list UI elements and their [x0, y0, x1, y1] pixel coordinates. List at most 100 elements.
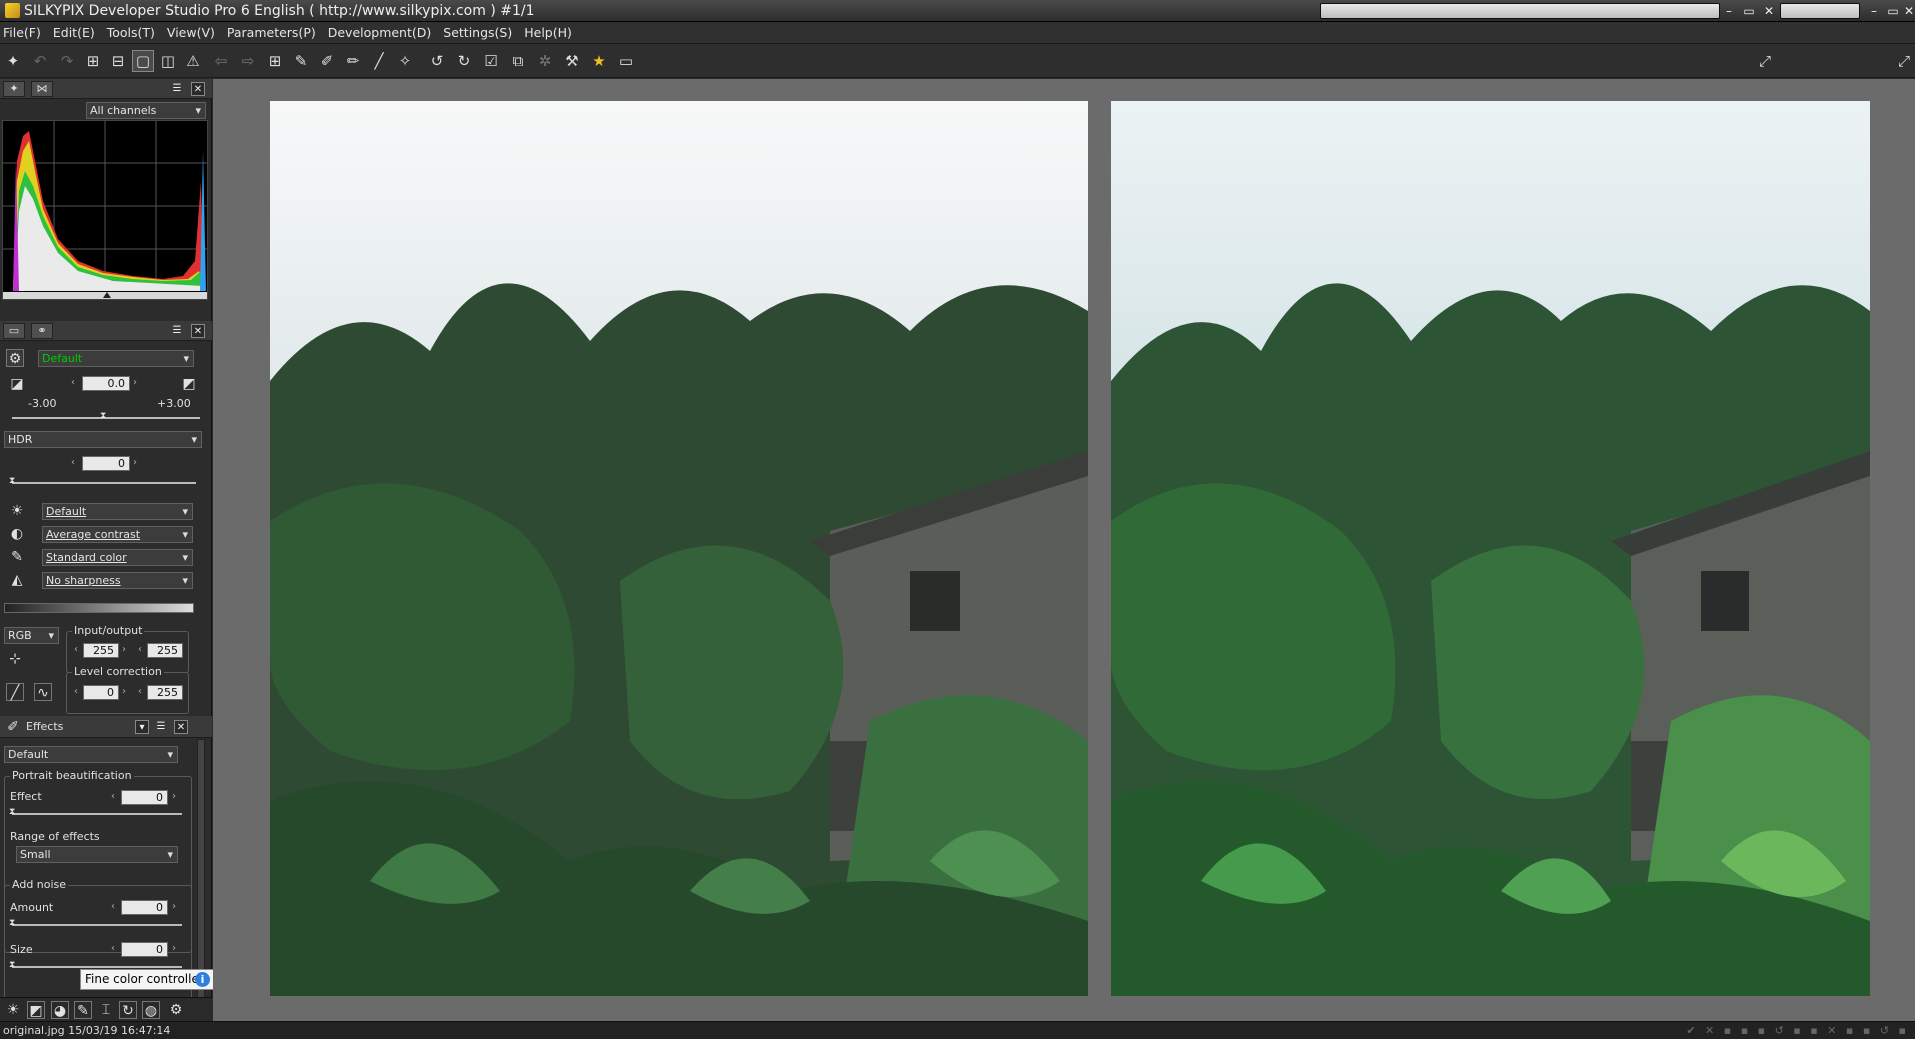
copy-parameters-icon[interactable]: ⧉: [507, 50, 529, 72]
linear-curve-icon[interactable]: ╱: [6, 683, 24, 701]
white-balance-select[interactable]: Default: [42, 503, 193, 520]
rotate-right-icon[interactable]: ↻: [453, 50, 475, 72]
fullscreen-viewer-icon[interactable]: ⤢: [1754, 50, 1776, 72]
original-image[interactable]: [270, 101, 1088, 996]
contrast-select[interactable]: Average contrast: [42, 526, 193, 543]
tone-curve-bar[interactable]: [4, 603, 194, 613]
effects-preset-select[interactable]: Default: [4, 746, 178, 763]
panel-close-icon[interactable]: ✕: [174, 720, 188, 734]
settings-gear-icon[interactable]: ⚙: [167, 1001, 185, 1019]
previous-image-icon[interactable]: ⇦: [210, 50, 232, 72]
taste-preset-select[interactable]: Default: [38, 350, 194, 367]
inner-minimize-button[interactable]: –: [1720, 2, 1738, 20]
lens-icon[interactable]: ◍: [142, 1001, 160, 1019]
hdr-select[interactable]: HDR: [4, 431, 202, 448]
histogram-tab-icon[interactable]: ✦: [3, 81, 25, 97]
hdr-increase-icon[interactable]: ›: [133, 457, 137, 468]
undo-icon[interactable]: ↶: [29, 50, 51, 72]
gear-icon[interactable]: ⚙: [6, 349, 24, 367]
paste-parameters-icon[interactable]: ✲: [534, 50, 556, 72]
gray-point-icon[interactable]: ✎: [290, 50, 312, 72]
size-decrease-icon[interactable]: ‹: [111, 943, 115, 954]
spot-dropper-icon[interactable]: ✏: [342, 50, 364, 72]
tone-channel-select[interactable]: RGB: [4, 627, 59, 644]
size-slider-track[interactable]: [12, 966, 182, 968]
brush-icon[interactable]: ╱: [368, 50, 390, 72]
size-slider-thumb[interactable]: ⧗: [9, 961, 17, 970]
menu-view[interactable]: View(V): [167, 25, 215, 40]
filmstrip-view-icon[interactable]: ⊟: [107, 50, 129, 72]
amount-increase-icon[interactable]: ›: [172, 901, 176, 912]
exposure-slider-thumb[interactable]: ⧗: [100, 412, 108, 421]
amount-slider-thumb[interactable]: ⧗: [9, 919, 17, 928]
panel-menu-icon[interactable]: ☰: [170, 82, 184, 96]
exposure-decrease-icon[interactable]: ‹: [71, 377, 75, 388]
navigator-tab-icon[interactable]: ⋈: [31, 81, 53, 97]
level-low-increase-icon[interactable]: ›: [122, 686, 126, 697]
range-of-effects-select[interactable]: Small: [16, 846, 178, 863]
hdr-slider-track[interactable]: [12, 482, 196, 484]
text-icon[interactable]: ⌶: [97, 1001, 115, 1019]
hdr-slider-thumb[interactable]: ⧗: [9, 477, 17, 486]
mark-check-icon[interactable]: ☑: [480, 50, 502, 72]
minimize-button[interactable]: –: [1865, 2, 1883, 20]
size-increase-icon[interactable]: ›: [172, 943, 176, 954]
close-button[interactable]: ✕: [1900, 2, 1915, 20]
panel-close-icon[interactable]: ✕: [191, 324, 205, 338]
tone-curve-icon[interactable]: ◩: [27, 1001, 45, 1019]
amount-slider-track[interactable]: [12, 924, 182, 926]
input-field[interactable]: 255: [83, 643, 119, 658]
compare-view-icon[interactable]: ◫: [157, 50, 179, 72]
warning-icon[interactable]: ⚠: [182, 50, 204, 72]
menu-edit[interactable]: Edit(E): [53, 25, 95, 40]
panel-menu-icon[interactable]: ☰: [170, 324, 184, 338]
hammer-icon[interactable]: ⚒: [561, 50, 583, 72]
histogram-channel-select[interactable]: All channels: [86, 102, 206, 119]
level-low-field[interactable]: 0: [83, 685, 119, 700]
level-low-decrease-icon[interactable]: ‹: [74, 686, 78, 697]
inner-restore-button[interactable]: ▭: [1740, 2, 1758, 20]
star-icon[interactable]: ★: [588, 50, 610, 72]
sun-icon[interactable]: ☀: [4, 1001, 22, 1019]
inner-close-button[interactable]: ✕: [1760, 2, 1778, 20]
hdr-decrease-icon[interactable]: ‹: [71, 457, 75, 468]
menu-parameters[interactable]: Parameters(P): [227, 25, 316, 40]
comment-tab-icon[interactable]: ▭: [3, 323, 25, 339]
output-field[interactable]: 255: [147, 643, 183, 658]
rotate-left-icon[interactable]: ↺: [426, 50, 448, 72]
level-high-field[interactable]: 255: [147, 685, 183, 700]
develop-icon[interactable]: ✦: [2, 50, 24, 72]
grid-icon[interactable]: ⊞: [264, 50, 286, 72]
rotate-icon[interactable]: ↻: [119, 1001, 137, 1019]
input-decrease-icon[interactable]: ‹: [74, 644, 78, 655]
menu-file[interactable]: File(F): [3, 25, 41, 40]
panel-close-icon[interactable]: ✕: [191, 82, 205, 96]
effect-decrease-icon[interactable]: ‹: [111, 791, 115, 802]
output-decrease-icon[interactable]: ‹: [138, 644, 142, 655]
spline-curve-icon[interactable]: ∿: [34, 683, 52, 701]
amount-field[interactable]: 0: [121, 900, 168, 915]
white-balance-dropper-icon[interactable]: ✐: [316, 50, 338, 72]
effect-increase-icon[interactable]: ›: [172, 791, 176, 802]
dust-removal-icon[interactable]: ✧: [394, 50, 416, 72]
menu-tools[interactable]: Tools(T): [107, 25, 155, 40]
developed-image[interactable]: [1111, 101, 1870, 996]
curve-point-icon[interactable]: ⊹: [6, 650, 24, 668]
panel-menu-icon[interactable]: ☰: [154, 720, 168, 734]
auto-exposure-icon[interactable]: ◩: [180, 375, 198, 393]
exposure-field[interactable]: 0.0: [82, 376, 130, 391]
effect-field[interactable]: 0: [121, 790, 168, 805]
next-image-icon[interactable]: ⇨: [237, 50, 259, 72]
effect-slider-thumb[interactable]: ⧗: [9, 808, 17, 817]
effects-dropdown-icon[interactable]: ▾: [135, 720, 149, 734]
fine-color-icon[interactable]: ✎: [74, 1001, 92, 1019]
menu-help[interactable]: Help(H): [524, 25, 572, 40]
color-select[interactable]: Standard color: [42, 549, 193, 566]
menu-development[interactable]: Development(D): [328, 25, 432, 40]
hdr-field[interactable]: 0: [82, 456, 130, 471]
effect-slider-track[interactable]: [12, 813, 182, 815]
sharpness-select[interactable]: No sharpness: [42, 572, 193, 589]
color-wheel-icon[interactable]: ◕: [51, 1001, 69, 1019]
amount-decrease-icon[interactable]: ‹: [111, 901, 115, 912]
input-increase-icon[interactable]: ›: [122, 644, 126, 655]
